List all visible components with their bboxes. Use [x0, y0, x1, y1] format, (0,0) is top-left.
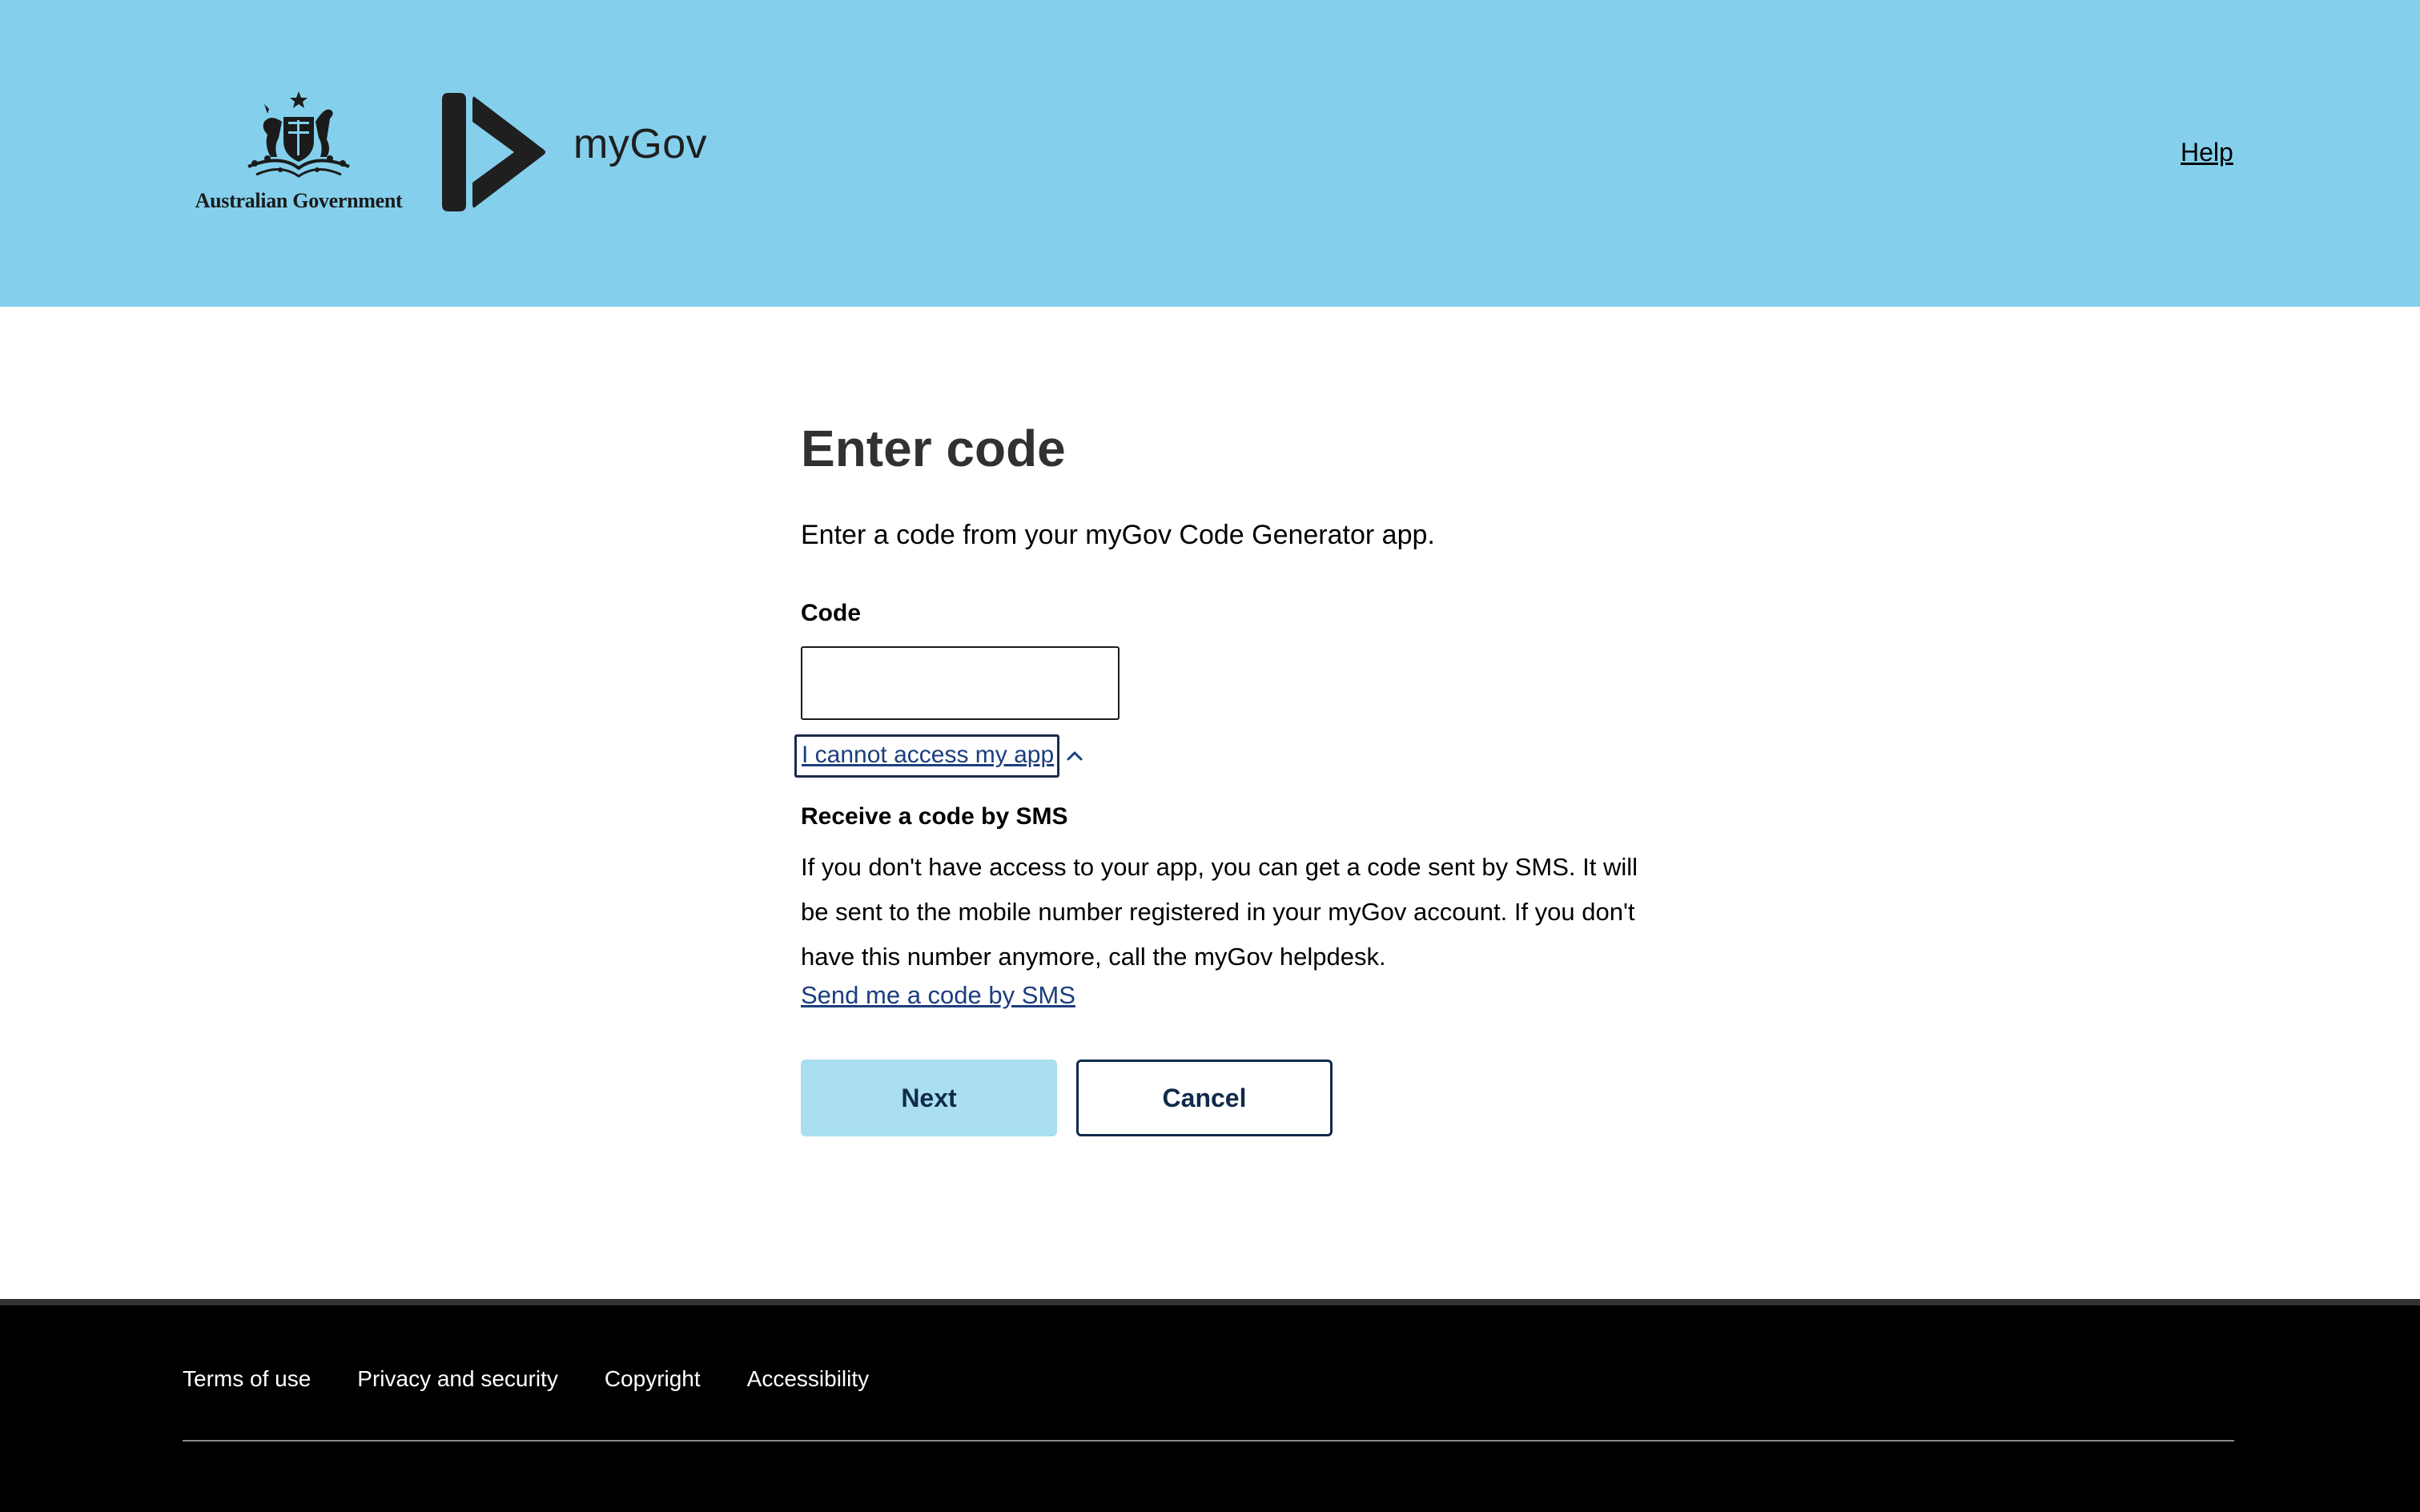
- intro-text: Enter a code from your myGov Code Genera…: [801, 520, 1435, 550]
- help-link[interactable]: Help: [2181, 138, 2233, 167]
- coat-of-arms-icon: [247, 91, 350, 178]
- sms-description: If you don't have access to your app, yo…: [801, 853, 1638, 971]
- page-title: Enter code: [801, 420, 1066, 477]
- site-footer: Terms of use Privacy and security Copyri…: [0, 1299, 2420, 1512]
- code-input[interactable]: [801, 646, 1120, 720]
- cannot-access-app-toggle[interactable]: I cannot access my app: [794, 734, 1085, 778]
- footer-links: Terms of use Privacy and security Copyri…: [183, 1366, 869, 1392]
- privacy-and-security-link[interactable]: Privacy and security: [357, 1366, 558, 1392]
- accessibility-link[interactable]: Accessibility: [747, 1366, 869, 1392]
- sms-heading: Receive a code by SMS: [801, 803, 1068, 830]
- code-label: Code: [801, 600, 861, 626]
- government-name: Australian Government: [195, 189, 403, 212]
- site-header: Australian Government myGov Help: [0, 0, 2420, 307]
- mygov-logo-icon: [442, 93, 545, 211]
- footer-divider: [183, 1440, 2234, 1442]
- send-sms-code-link[interactable]: Send me a code by SMS: [801, 981, 1075, 1010]
- australian-government-logo: Australian Government: [183, 90, 415, 218]
- cancel-button[interactable]: Cancel: [1076, 1060, 1333, 1136]
- copyright-link[interactable]: Copyright: [605, 1366, 701, 1392]
- next-button[interactable]: Next: [801, 1060, 1057, 1136]
- mygov-wordmark: myGov: [573, 121, 708, 167]
- chevron-up-icon: [1067, 751, 1083, 761]
- cannot-access-app-link[interactable]: I cannot access my app: [794, 734, 1060, 778]
- terms-of-use-link[interactable]: Terms of use: [183, 1366, 311, 1392]
